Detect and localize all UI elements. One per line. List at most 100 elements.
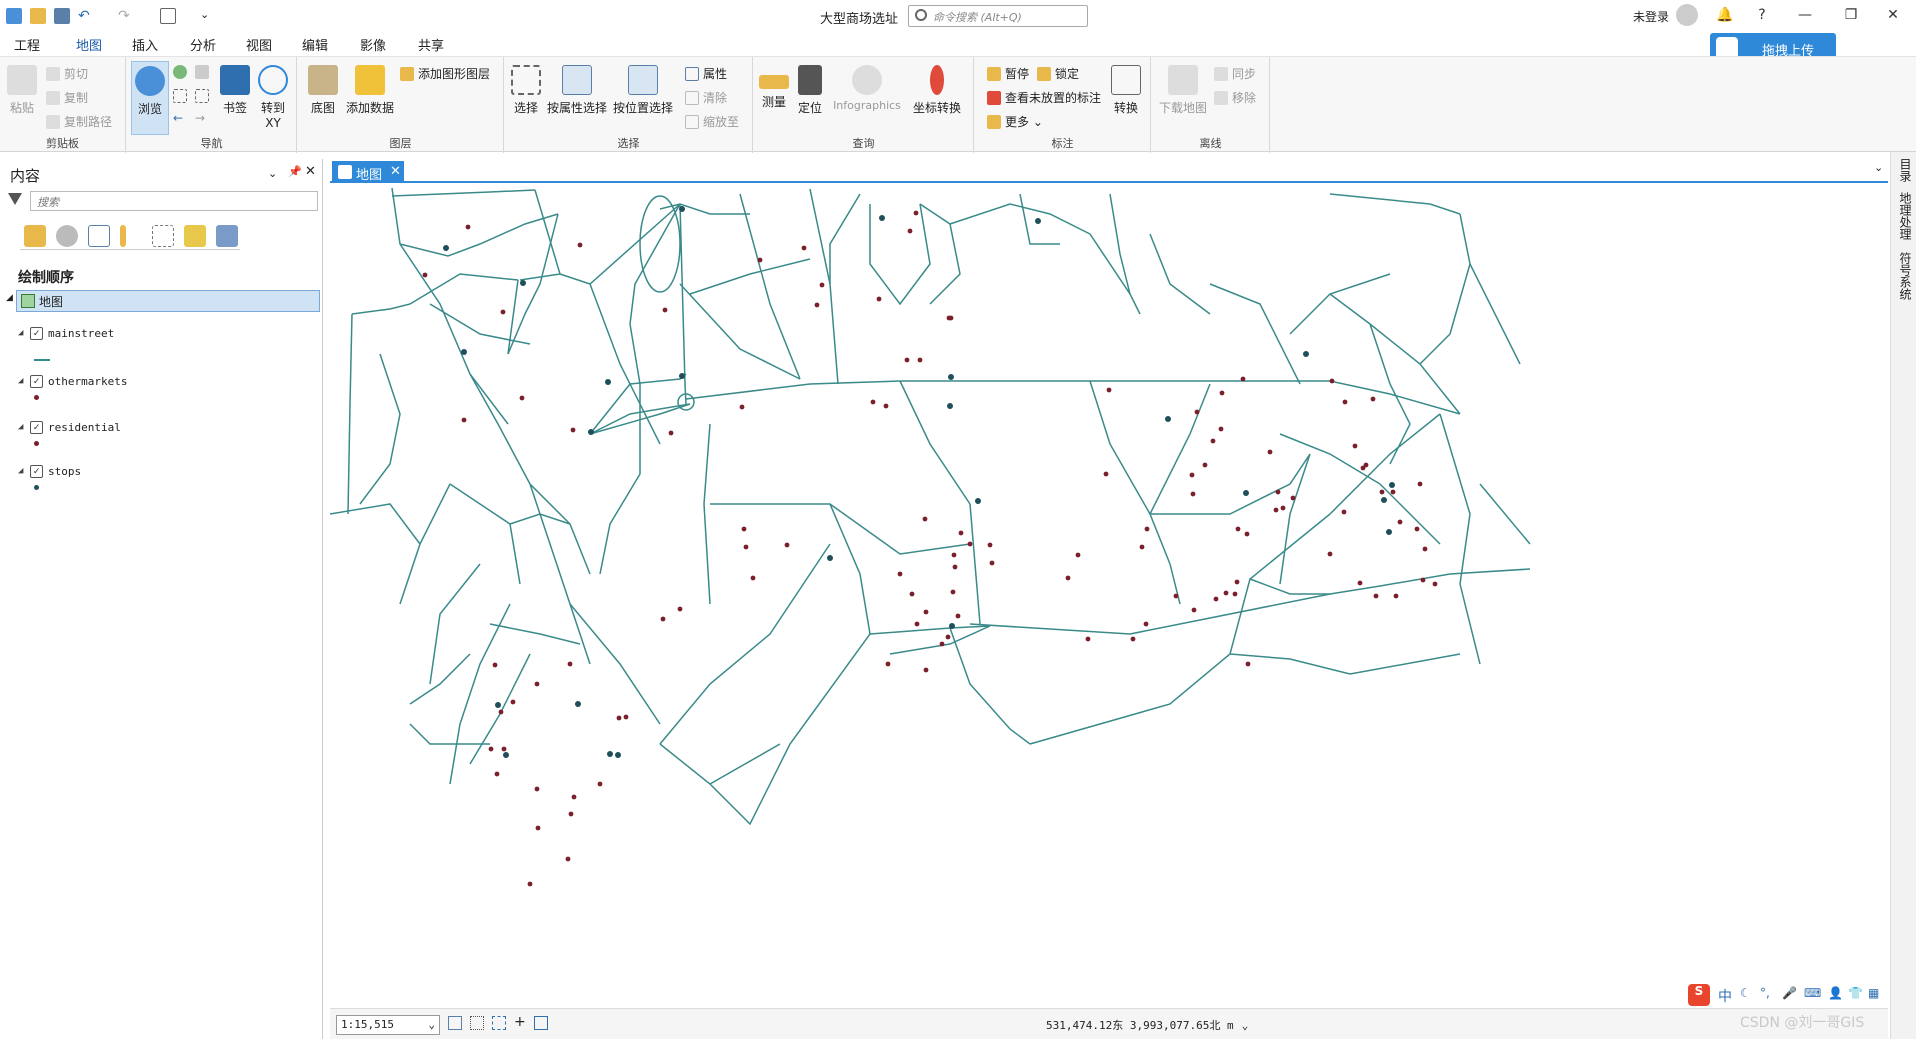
convert-labels-button[interactable]: 转换	[1109, 65, 1143, 116]
market-point[interactable]	[1130, 636, 1136, 642]
visibility-checkbox[interactable]: ✓	[30, 375, 43, 388]
stop-point[interactable]	[443, 245, 449, 251]
market-point[interactable]	[1273, 507, 1279, 513]
market-point[interactable]	[1106, 387, 1112, 393]
market-point[interactable]	[1191, 607, 1197, 613]
market-point[interactable]	[1232, 591, 1238, 597]
market-point[interactable]	[488, 746, 494, 752]
market-point[interactable]	[1420, 577, 1426, 583]
market-point[interactable]	[494, 771, 500, 777]
market-point[interactable]	[922, 516, 928, 522]
full-extent-button[interactable]	[173, 65, 191, 79]
fixed-zoom-out-button[interactable]	[195, 89, 213, 103]
stop-point[interactable]	[975, 498, 981, 504]
market-point[interactable]	[1352, 443, 1358, 449]
market-point[interactable]	[461, 417, 467, 423]
stop-point[interactable]	[1035, 218, 1041, 224]
market-point[interactable]	[913, 210, 919, 216]
filter-icon[interactable]	[8, 193, 22, 205]
pin-icon[interactable]: 📌	[288, 165, 302, 178]
grid-icon[interactable]	[470, 1016, 484, 1030]
catalog-tab[interactable]: 目录	[1897, 158, 1914, 182]
market-point[interactable]	[1210, 438, 1216, 444]
market-point[interactable]	[923, 609, 929, 615]
save-icon[interactable]	[54, 8, 70, 24]
measure-button[interactable]: 测量	[758, 65, 790, 110]
market-point[interactable]	[967, 541, 973, 547]
market-point[interactable]	[741, 526, 747, 532]
map-canvas[interactable]	[329, 184, 1880, 1006]
list-by-drawing-order-icon[interactable]	[24, 225, 46, 247]
chevron-down-icon[interactable]: ⌄	[1242, 1019, 1249, 1032]
market-point[interactable]	[571, 794, 577, 800]
zoom-layer-button[interactable]	[195, 65, 213, 79]
stop-point[interactable]	[520, 280, 526, 286]
market-point[interactable]	[1244, 531, 1250, 537]
locate-button[interactable]: 定位	[794, 65, 826, 116]
ime-language-icon[interactable]: 中	[1718, 986, 1732, 1006]
expand-icon[interactable]: ◢	[18, 328, 23, 338]
market-point[interactable]	[1240, 376, 1246, 382]
add-data-button[interactable]: 添加数据	[344, 65, 396, 116]
new-project-icon[interactable]	[6, 8, 22, 24]
list-by-source-icon[interactable]	[56, 225, 78, 247]
market-point[interactable]	[465, 224, 471, 230]
market-point[interactable]	[1213, 596, 1219, 602]
map-tree-node[interactable]: 地图	[16, 290, 320, 312]
stop-point[interactable]	[575, 701, 581, 707]
select-by-attributes-button[interactable]: 按属性选择	[545, 65, 609, 116]
stop-point[interactable]	[879, 215, 885, 221]
market-point[interactable]	[883, 403, 889, 409]
stop-point[interactable]	[588, 429, 594, 435]
skin-icon[interactable]: 👕	[1848, 986, 1863, 1000]
infographics-button[interactable]: Infographics	[830, 65, 904, 112]
snapping-icon[interactable]	[492, 1016, 506, 1030]
market-point[interactable]	[1173, 593, 1179, 599]
attributes-button[interactable]: 属性	[685, 65, 727, 82]
market-point[interactable]	[739, 404, 745, 410]
market-point[interactable]	[527, 881, 533, 887]
basemap-button[interactable]: 底图	[306, 65, 340, 116]
market-point[interactable]	[1189, 472, 1195, 478]
market-point[interactable]	[1065, 575, 1071, 581]
market-point[interactable]	[757, 257, 763, 263]
market-point[interactable]	[1234, 579, 1240, 585]
market-point[interactable]	[1357, 580, 1363, 586]
fixed-zoom-in-button[interactable]	[173, 89, 191, 103]
open-project-icon[interactable]	[30, 8, 46, 24]
pane-menu-icon[interactable]: ⌄	[268, 167, 277, 180]
paste-button[interactable]: 粘贴	[4, 65, 40, 116]
user-icon[interactable]: 👤	[1828, 986, 1843, 1000]
tab-edit[interactable]: 编辑	[302, 35, 328, 54]
market-point[interactable]	[1267, 449, 1273, 455]
stop-point[interactable]	[1381, 497, 1387, 503]
market-point[interactable]	[955, 613, 961, 619]
market-point[interactable]	[501, 746, 507, 752]
expand-icon[interactable]: ◢	[18, 466, 23, 476]
tab-imagery[interactable]: 影像	[360, 35, 386, 54]
minimize-button[interactable]: —	[1796, 6, 1814, 24]
market-point[interactable]	[923, 667, 929, 673]
stop-point[interactable]	[503, 752, 509, 758]
collapse-map-icon[interactable]: ◢	[6, 293, 13, 303]
market-point[interactable]	[597, 781, 603, 787]
market-point[interactable]	[1390, 489, 1396, 495]
market-point[interactable]	[568, 811, 574, 817]
market-point[interactable]	[1194, 409, 1200, 415]
moon-icon[interactable]: ☾	[1740, 986, 1751, 1000]
market-point[interactable]	[784, 542, 790, 548]
market-point[interactable]	[1290, 495, 1296, 501]
goto-xy-button[interactable]: 转到 XY	[255, 65, 291, 130]
pause-labeling-button[interactable]: 暂停	[987, 65, 1029, 82]
map-view-tab[interactable]: 地图 ✕	[332, 161, 404, 183]
market-point[interactable]	[914, 621, 920, 627]
copy-button[interactable]: 复制	[46, 89, 88, 106]
more-labeling-button[interactable]: 更多 ⌄	[987, 113, 1043, 130]
clear-selection-button[interactable]: 清除	[685, 89, 727, 106]
market-point[interactable]	[945, 634, 951, 640]
market-point[interactable]	[1202, 462, 1208, 468]
market-point[interactable]	[1341, 509, 1347, 515]
market-point[interactable]	[660, 616, 666, 622]
scale-selector[interactable]: 1:15,515 ⌄	[336, 1015, 440, 1035]
avatar[interactable]	[1676, 4, 1698, 26]
